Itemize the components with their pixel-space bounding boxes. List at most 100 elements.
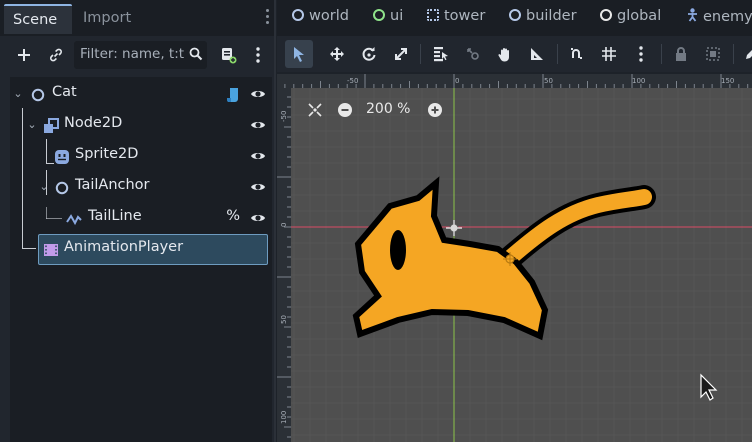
scale-mode-icon[interactable] xyxy=(387,40,415,68)
rotate-mode-icon[interactable] xyxy=(355,40,383,68)
scene-tab-builder[interactable]: builder xyxy=(509,8,577,30)
chevron-down-icon[interactable]: ⌄ xyxy=(38,181,50,193)
tab-scene[interactable]: Scene xyxy=(4,4,72,34)
canvas-drawing xyxy=(291,88,752,442)
smart-snap-icon[interactable] xyxy=(563,40,591,68)
chevron-down-icon[interactable]: ⌄ xyxy=(12,88,24,100)
tree-guide xyxy=(22,248,36,249)
group-icon[interactable] xyxy=(699,40,727,68)
script-icon[interactable] xyxy=(226,87,240,103)
tree-row-node2d[interactable]: ⌄ Node2D xyxy=(10,110,272,141)
control-circle-icon xyxy=(373,9,385,21)
scene-tab-label: world xyxy=(309,8,349,24)
ruler-label: 50 xyxy=(280,315,288,324)
canvas-viewport[interactable]: 200 % xyxy=(291,88,752,442)
scene-toolbar: Filter: name, t:t xyxy=(0,36,276,74)
unique-name-badge[interactable]: % xyxy=(226,208,240,224)
tab-import[interactable]: Import xyxy=(74,4,140,34)
chevron-down-icon[interactable]: ⌄ xyxy=(26,119,38,131)
tree-row-tailanchor[interactable]: ⌄ TailAnchor xyxy=(10,172,272,203)
scene-tab-bar: world ui tower builder global enemy xyxy=(277,0,752,36)
scene-tab-label: builder xyxy=(526,8,577,24)
ruler-left[interactable]: -50 0 50 100 xyxy=(277,88,291,442)
visibility-eye-icon[interactable] xyxy=(250,118,266,132)
dock-divider[interactable] xyxy=(274,0,276,442)
grid-snap-icon[interactable] xyxy=(595,40,623,68)
scene-tree: ⌄ Cat ⌄ Node2D Sprite2D ⌄ TailAnchor Tai… xyxy=(10,77,272,442)
cat-eye xyxy=(390,230,406,270)
ruler-label: 50 xyxy=(544,77,553,85)
tree-row-label: Sprite2D xyxy=(75,146,139,162)
zoom-out-icon[interactable] xyxy=(338,103,352,117)
instance-scene-icon[interactable] xyxy=(42,41,70,69)
scene-tab-global[interactable]: global xyxy=(600,8,661,30)
add-node-icon[interactable] xyxy=(10,41,38,69)
tree-row-label: TailLine xyxy=(88,208,142,224)
node-circle-icon xyxy=(509,9,521,21)
tree-row-label: Cat xyxy=(52,84,77,100)
tree-row-sprite2d[interactable]: Sprite2D xyxy=(10,141,272,172)
node-circle-icon xyxy=(31,88,45,102)
line2d-icon xyxy=(66,214,82,226)
center-view-icon[interactable] xyxy=(308,103,322,117)
select-mode-button[interactable] xyxy=(285,40,313,68)
more-options-icon[interactable] xyxy=(244,41,272,69)
ruler-top-ticks: -50 0 50 100 150 xyxy=(284,74,749,88)
tree-row-label: Node2D xyxy=(64,115,123,131)
scene-tab-label: tower xyxy=(444,8,486,24)
dock-menu-icon[interactable] xyxy=(266,9,270,27)
ruler-mode-icon[interactable] xyxy=(523,40,551,68)
node-circle-icon xyxy=(55,181,69,195)
ruler-label: 100 xyxy=(632,77,645,85)
dock-tab-bar: Scene Import xyxy=(0,0,276,36)
canvas-toolbar xyxy=(277,36,752,72)
origin-pivot-icon xyxy=(446,220,462,236)
edit-icon[interactable] xyxy=(737,40,752,68)
search-icon xyxy=(189,47,203,61)
scene-tab-label: enemy xyxy=(703,9,752,25)
snap-options-icon[interactable] xyxy=(627,40,655,68)
ruler-label: 100 xyxy=(280,411,288,424)
ruler-top[interactable]: -50 0 50 100 150 xyxy=(277,74,752,88)
ruler-label: -50 xyxy=(347,77,358,85)
scene-tab-ui[interactable]: ui xyxy=(373,8,403,30)
tree-row-cat[interactable]: ⌄ Cat xyxy=(10,79,272,110)
node-circle-icon xyxy=(292,9,304,21)
tree-row-animationplayer[interactable]: AnimationPlayer xyxy=(38,234,268,265)
character-icon xyxy=(688,8,697,22)
pan-mode-icon[interactable] xyxy=(491,40,519,68)
ruler-left-ticks: -50 0 50 100 xyxy=(277,96,291,438)
ruler-label: 150 xyxy=(721,77,734,85)
scene-tab-label: ui xyxy=(390,8,404,24)
visibility-eye-icon[interactable] xyxy=(250,87,266,101)
filter-input[interactable]: Filter: name, t:t xyxy=(74,41,207,69)
scene-tab-enemy[interactable]: enemy xyxy=(686,8,752,30)
scene-tab-tower[interactable]: tower xyxy=(427,8,485,30)
tree-row-tailline[interactable]: TailLine % xyxy=(10,203,272,234)
toolbar-separator xyxy=(661,44,662,64)
ruler-label: 0 xyxy=(280,223,288,227)
ruler-label: 0 xyxy=(455,77,459,85)
ruler-label: -50 xyxy=(280,111,288,122)
attach-script-icon[interactable] xyxy=(214,41,242,69)
zoom-level[interactable]: 200 % xyxy=(366,101,410,117)
pivot-mode-icon[interactable] xyxy=(459,40,487,68)
list-select-icon[interactable] xyxy=(427,40,455,68)
tree-row-label: TailAnchor xyxy=(75,177,150,193)
scene-dock: Scene Import Filter: name, t:t ⌄ Cat ⌄ N… xyxy=(0,0,276,442)
scene-tab-world[interactable]: world xyxy=(292,8,349,30)
mouse-cursor-icon xyxy=(700,373,718,401)
visibility-eye-icon[interactable] xyxy=(250,149,266,163)
filter-placeholder: Filter: name, t:t xyxy=(80,46,185,62)
node-white-icon xyxy=(600,9,612,21)
visibility-eye-icon[interactable] xyxy=(250,180,266,194)
node2d-icon xyxy=(44,118,59,133)
toolbar-separator xyxy=(733,44,734,64)
visibility-eye-icon[interactable] xyxy=(250,211,266,225)
scene-tab-label: global xyxy=(617,8,662,24)
zoom-in-icon[interactable] xyxy=(428,103,442,117)
animation-player-icon xyxy=(44,244,58,256)
lock-icon[interactable] xyxy=(667,40,695,68)
move-mode-icon[interactable] xyxy=(323,40,351,68)
zoom-controls: 200 % xyxy=(300,100,470,120)
